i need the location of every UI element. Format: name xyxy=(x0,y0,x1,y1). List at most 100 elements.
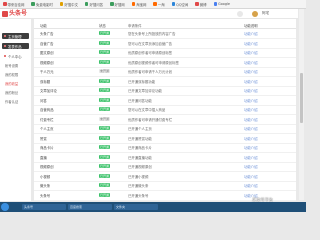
feature-name: 视频原创 xyxy=(40,165,54,169)
feature-name: 千人万元 xyxy=(40,70,54,74)
bookmark-icon xyxy=(31,2,35,6)
bell-icon[interactable] xyxy=(237,10,243,17)
table-row: 文章加评论 已开通 已开通文章加评论功能 功能介绍 xyxy=(34,86,296,96)
nav-publish-button[interactable]: 发表作品 xyxy=(2,43,29,49)
status-badge: 未开通 xyxy=(99,116,111,121)
table-row: 千人万元 未开通 优质作者可申请千人万元计划 功能介绍 xyxy=(34,67,296,77)
status-cell: 已开通 xyxy=(99,145,113,149)
bookmark-label: 微博 xyxy=(199,2,207,7)
table-row: 个人主页 已开通 已开通个人主页 功能介绍 xyxy=(34,124,296,134)
table-header: 功能 状态 申请条件 功能说明 xyxy=(34,22,296,29)
bookmark-icon xyxy=(110,2,114,6)
sidebar-item[interactable]: 帐号设置 xyxy=(5,63,18,68)
taskbar-item[interactable]: 文件夹 xyxy=(114,204,158,210)
bookmark-icon xyxy=(153,2,157,6)
bookmark-item[interactable]: 好搜中文 xyxy=(59,2,78,7)
status-cell: 已开通 xyxy=(99,107,113,111)
bookmark-item[interactable]: 带来百佳网 xyxy=(3,2,24,7)
status-badge: 已开通 xyxy=(99,88,111,92)
feature-intro-link[interactable]: 功能介绍 xyxy=(244,60,284,65)
bookmark-item[interactable]: 好搜网 xyxy=(110,2,125,7)
bookmark-icon xyxy=(171,2,176,6)
bookmark-item[interactable]: 一淘 xyxy=(153,2,165,7)
bookmark-label: 好搜网 xyxy=(114,2,125,7)
feature-intro-link[interactable]: 功能介绍 xyxy=(244,50,284,55)
watermark: 买卖号平台 xyxy=(252,197,273,202)
feature-name: 微头条 xyxy=(40,184,51,188)
nav-home-button[interactable]: 主页管理 xyxy=(2,33,29,39)
feature-intro-link[interactable]: 功能介绍 xyxy=(244,41,284,46)
feature-intro-link[interactable]: 功能介绍 xyxy=(244,98,284,103)
start-button[interactable] xyxy=(1,203,9,211)
bookmark-item[interactable]: QQ空间 xyxy=(171,2,189,7)
feature-name: 文章加评论 xyxy=(40,89,57,93)
taskbar-item[interactable]: 头条号 xyxy=(22,204,66,210)
bookmark-item[interactable]: 免费电影时 xyxy=(31,2,53,7)
username[interactable]: 阿宅 xyxy=(262,11,269,16)
status-cell: 已开通 xyxy=(99,88,113,92)
bookmark-item[interactable]: 好搜问答 xyxy=(84,2,103,7)
sidebar-item[interactable]: 作者认证 xyxy=(5,99,18,104)
feature-name: 头条号 xyxy=(40,193,51,198)
home-icon xyxy=(4,35,6,37)
bookmark-label: 带来百佳网 xyxy=(7,2,25,7)
feature-intro-link[interactable]: 功能介绍 xyxy=(244,107,284,112)
taskbar: 头条号 百度搜索 文件夹 xyxy=(0,202,306,212)
feature-intro-link[interactable]: 功能介绍 xyxy=(244,136,284,141)
sidebar-item[interactable]: 我的粉丝 xyxy=(5,90,18,95)
sidebar-item[interactable]: 我的权限 xyxy=(5,72,18,77)
status-badge: 已开通 xyxy=(99,126,111,130)
status-badge: 已开通 xyxy=(99,97,111,102)
col-status: 状态 xyxy=(99,24,106,28)
feature-name: 视频原创 xyxy=(40,60,54,65)
bookmark-label: 一淘 xyxy=(157,2,165,7)
bookmark-label: QQ空间 xyxy=(176,2,189,7)
sidebar-group-personal[interactable]: 个人中心 xyxy=(2,53,29,59)
status-cell: 已开通 xyxy=(99,31,113,35)
feature-intro-link[interactable]: 功能介绍 xyxy=(244,183,284,188)
table-row: 赞赏 已开通 已开通赞赏功能 功能介绍 xyxy=(34,134,296,144)
status-cell: 已开通 xyxy=(99,164,113,168)
bookmarks-bar: 带来百佳网 免费电影时 好搜中文 好搜问答 好搜网 淘宝网 一淘 QQ空间 微博 Google xyxy=(0,0,306,9)
bookmark-item[interactable]: Google xyxy=(213,2,230,6)
feature-intro-link[interactable]: 功能介绍 xyxy=(244,117,284,122)
feature-intro-link[interactable]: 功能介绍 xyxy=(244,126,284,131)
bookmark-item[interactable]: 微博 xyxy=(195,2,207,7)
bookmark-item[interactable]: 淘宝网 xyxy=(131,2,146,7)
feature-intro-link[interactable]: 功能介绍 xyxy=(244,31,284,36)
feature-intro-link[interactable]: 功能介绍 xyxy=(244,69,284,74)
feature-intro-link[interactable]: 功能介绍 xyxy=(244,79,284,84)
status-badge: 已开通 xyxy=(99,164,111,168)
sidebar-item[interactable]: 我的收益 xyxy=(5,81,18,86)
bookmark-icon xyxy=(3,2,7,6)
avatar[interactable] xyxy=(252,10,258,17)
feature-intro-link[interactable]: 功能介绍 xyxy=(244,164,284,169)
feature-intro-link[interactable]: 功能介绍 xyxy=(244,174,284,179)
site-logo[interactable]: 头条号 xyxy=(2,10,27,17)
logo-icon xyxy=(2,10,8,17)
bookmark-label: 免费电影时 xyxy=(35,2,53,7)
status-badge: 已开通 xyxy=(99,107,111,111)
table-row: 视频原创 已开通 优质原创视频作者可申请原创标签 功能介绍 xyxy=(34,58,296,68)
status-cell: 已开通 xyxy=(99,97,113,102)
status-cell: 已开通 xyxy=(99,59,113,64)
person-icon xyxy=(4,55,6,57)
table-row: 双标题 已开通 已开通双标题功能 功能介绍 xyxy=(34,77,296,87)
bookmark-icon xyxy=(213,2,218,6)
bookmark-icon xyxy=(84,2,89,6)
status-cell: 已开通 xyxy=(99,40,113,45)
status-badge: 已开通 xyxy=(99,78,111,83)
scroll-thumb[interactable] xyxy=(300,73,303,123)
sidebar: 主页管理 发表作品 个人中心 帐号设置我的权限我的收益我的粉丝作者认证 xyxy=(0,19,31,201)
top-header: 头条号 阿宅 xyxy=(0,9,298,19)
status-badge: 已开通 xyxy=(99,31,111,35)
status-cell: 已开通 xyxy=(99,78,113,83)
nav-publish-label: 发表作品 xyxy=(8,44,22,49)
feature-intro-link[interactable]: 功能介绍 xyxy=(244,155,284,160)
table-row: 直播 已开通 已开通直播功能 功能介绍 xyxy=(34,153,296,163)
vertical-scrollbar[interactable] xyxy=(299,9,304,200)
taskbar-item[interactable]: 百度搜索 xyxy=(68,204,112,210)
feature-name: 自营商品 xyxy=(40,108,54,112)
feature-intro-link[interactable]: 功能介绍 xyxy=(244,145,284,150)
feature-intro-link[interactable]: 功能介绍 xyxy=(244,88,284,93)
